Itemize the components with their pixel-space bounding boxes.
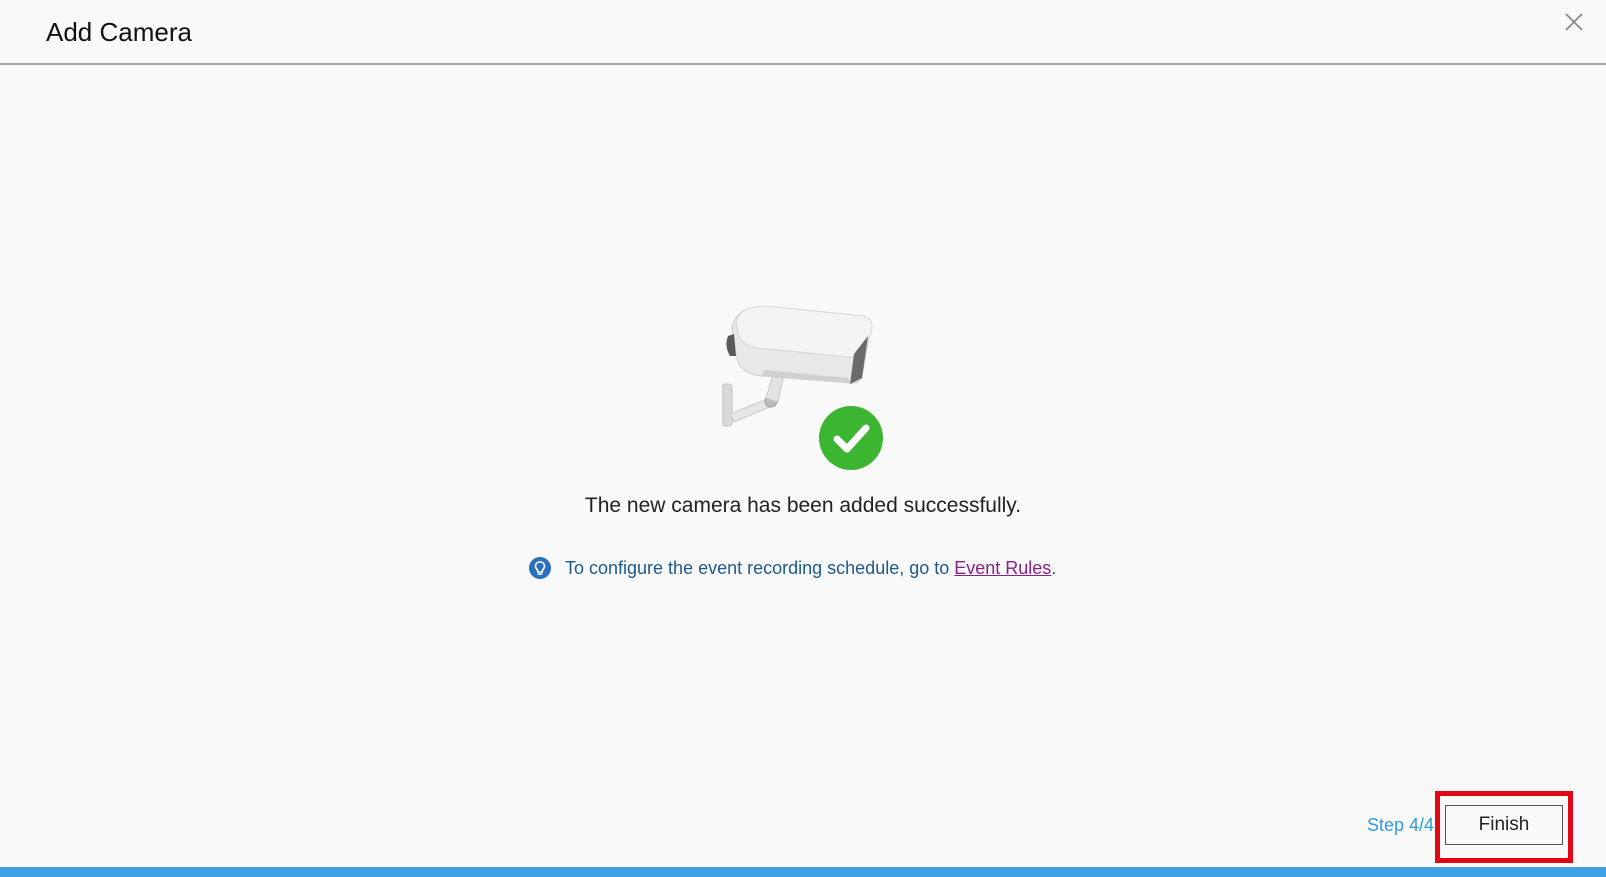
dialog-header: Add Camera (0, 0, 1606, 65)
close-icon[interactable] (1562, 10, 1586, 34)
hint-text: To configure the event recording schedul… (565, 557, 955, 578)
camera-success-illustration (721, 305, 892, 476)
add-camera-dialog: Add Camera The new camera has been added… (0, 0, 1606, 877)
finish-button[interactable]: Finish (1445, 805, 1563, 845)
event-rules-hint: To configure the event recording schedul… (529, 555, 1056, 581)
checkmark-circle-icon (819, 406, 883, 470)
success-message: The new camera has been added successful… (584, 494, 1022, 517)
bottom-accent-bar (0, 867, 1606, 877)
dialog-title: Add Camera (46, 17, 192, 47)
event-rules-link[interactable]: Event Rules (954, 558, 1051, 579)
step-indicator: Step 4/4 (1366, 815, 1434, 835)
lightbulb-icon (529, 557, 551, 579)
hint-suffix: . (1051, 557, 1057, 578)
